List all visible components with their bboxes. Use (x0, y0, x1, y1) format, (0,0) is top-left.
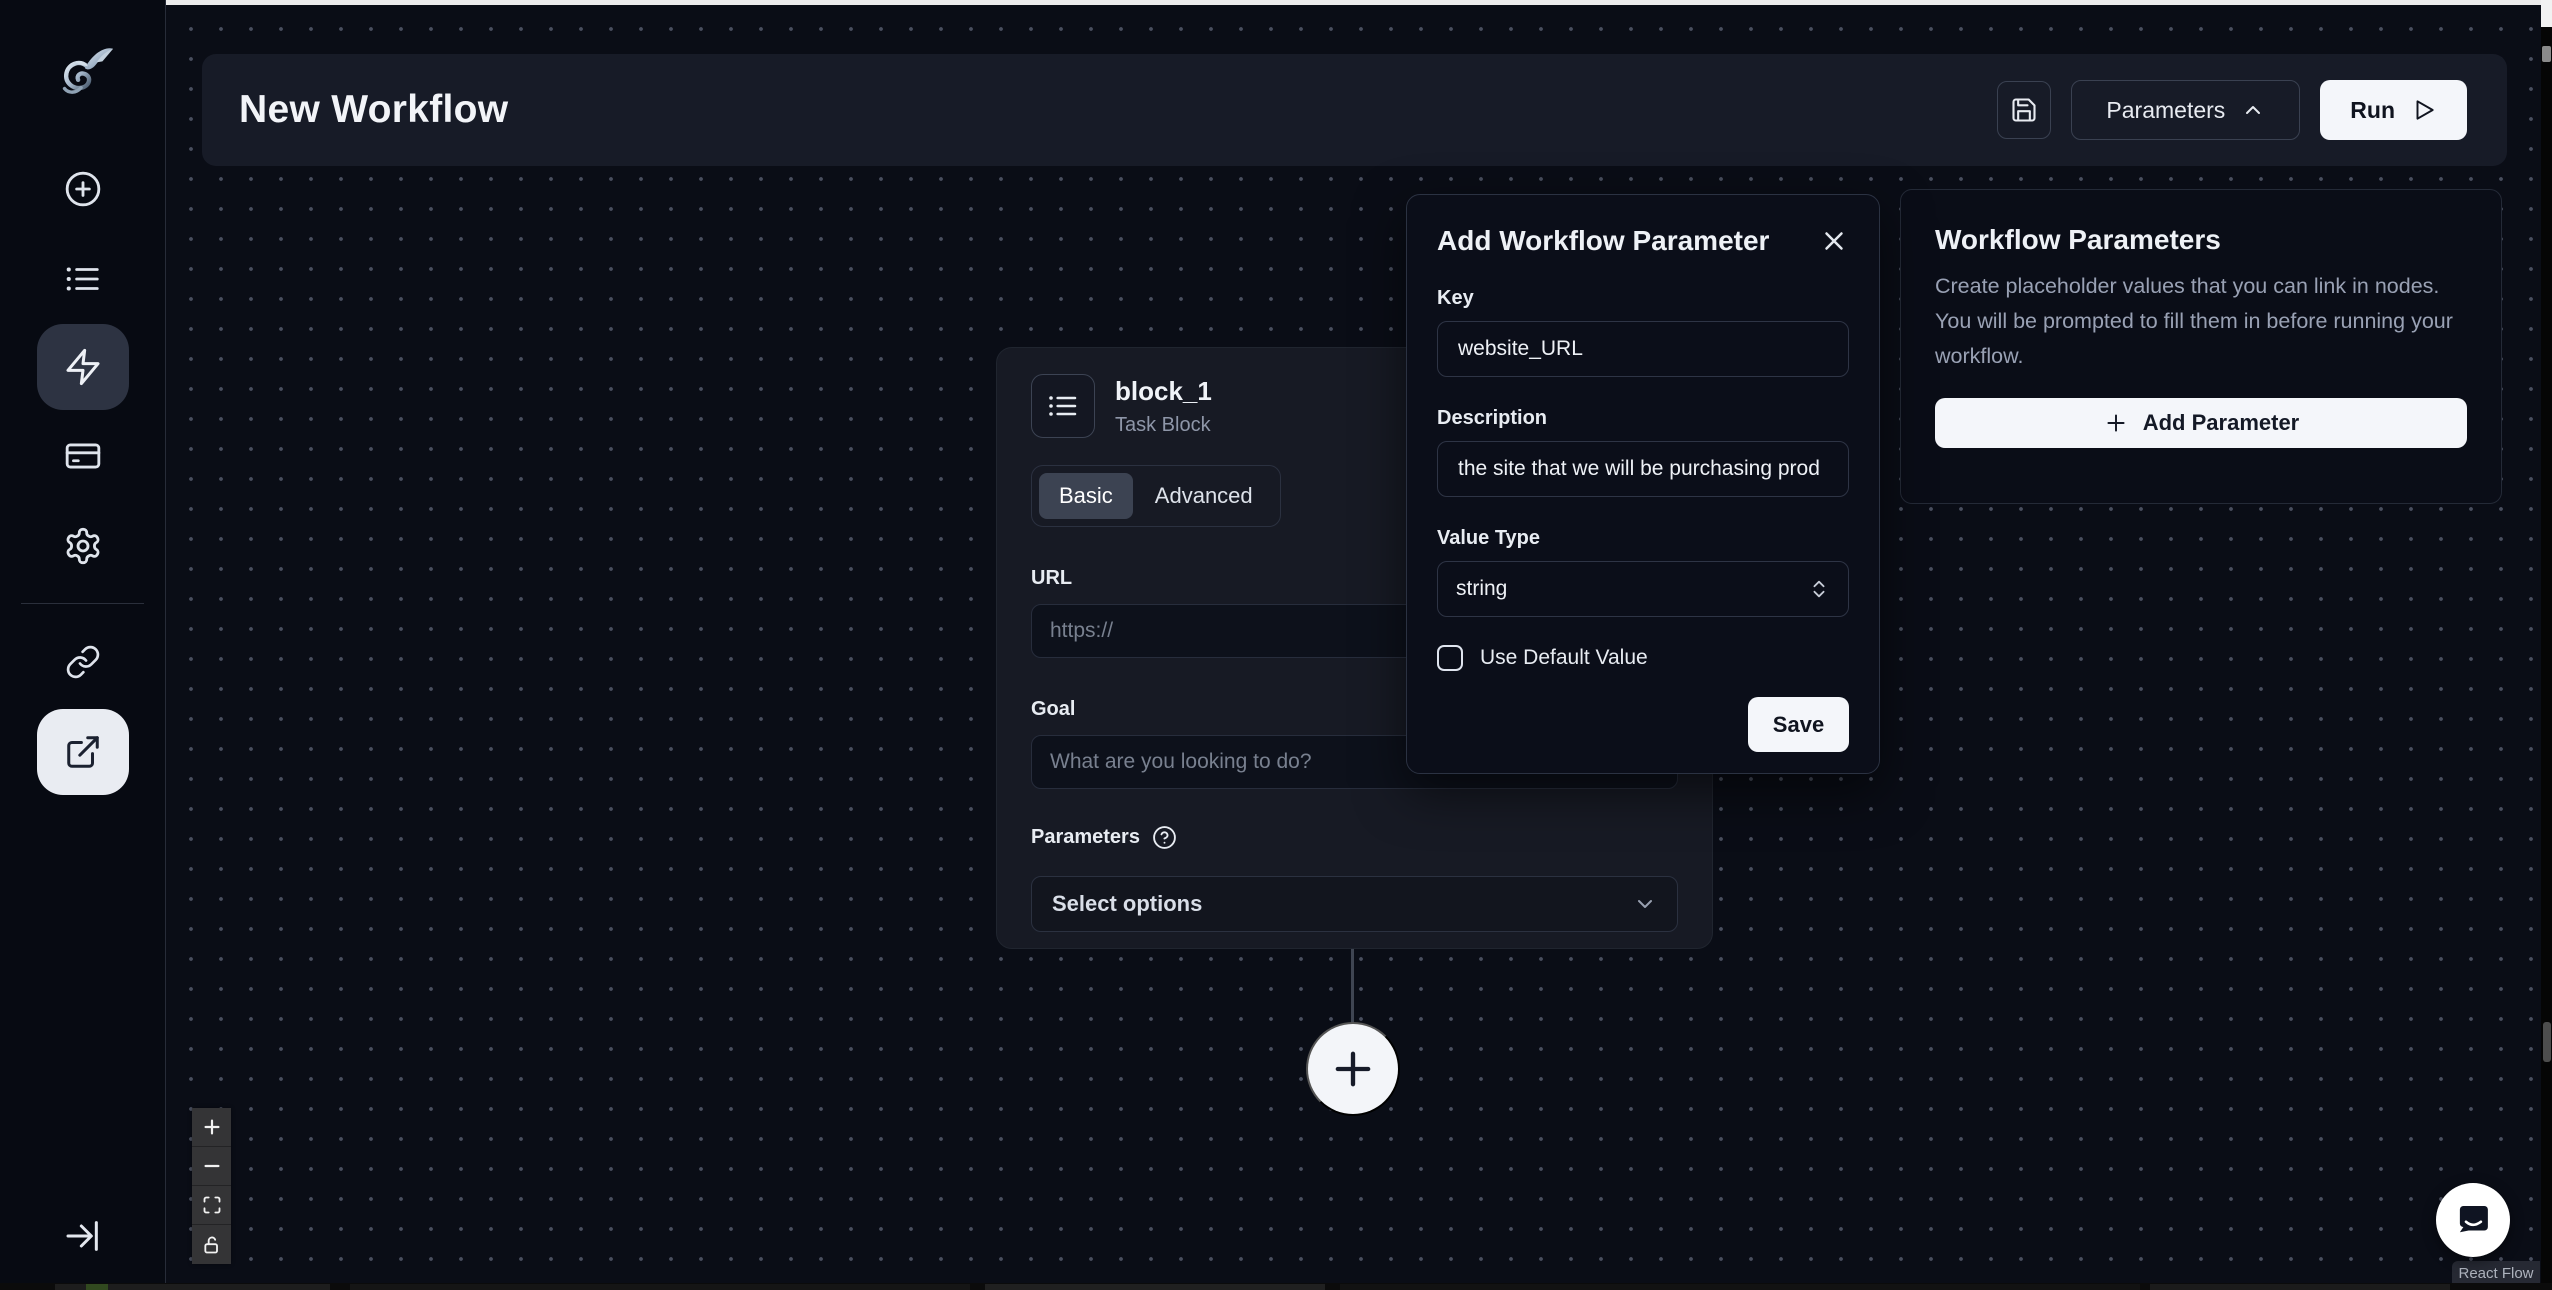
parameters-label: Parameters (1031, 826, 1140, 849)
workflow-parameters-description: Create placeholder values that you can l… (1935, 269, 2480, 374)
description-input[interactable] (1437, 441, 1849, 497)
use-default-value-label: Use Default Value (1480, 646, 1648, 670)
run-button[interactable]: Run (2320, 80, 2467, 140)
add-parameter-button[interactable]: Add Parameter (1935, 398, 2467, 448)
window-top-edge (166, 0, 2541, 5)
lock-icon (202, 1235, 222, 1255)
tab-advanced[interactable]: Advanced (1135, 473, 1273, 519)
modal-close-button[interactable] (1819, 226, 1849, 256)
help-circle-icon[interactable] (1152, 825, 1177, 850)
sidebar-item-workflows[interactable] (37, 324, 129, 410)
chevron-up-icon (2241, 98, 2265, 122)
workflow-parameters-panel: Workflow Parameters Create placeholder v… (1900, 189, 2502, 504)
external-link-icon (64, 733, 102, 771)
workflow-editor: New Workflow Parameters Run (0, 0, 2552, 1290)
sidebar-item-integrations[interactable] (61, 640, 105, 684)
key-label: Key (1437, 287, 1849, 310)
value-type-label: Value Type (1437, 527, 1849, 550)
chat-launcher-button[interactable] (2436, 1183, 2510, 1257)
zoom-out-button[interactable] (192, 1147, 231, 1186)
sidebar (0, 0, 166, 1290)
sidebar-item-create[interactable] (61, 167, 105, 211)
credit-card-icon (64, 437, 102, 475)
key-input[interactable] (1437, 321, 1849, 377)
value-type-select[interactable]: string (1437, 561, 1849, 617)
plus-icon (1327, 1043, 1379, 1095)
zoom-in-button[interactable] (192, 1108, 231, 1147)
list-icon (1047, 390, 1079, 422)
close-icon (1819, 226, 1849, 256)
description-label: Description (1437, 407, 1849, 430)
canvas-controls (192, 1108, 231, 1264)
run-button-label: Run (2350, 97, 2395, 124)
sidebar-divider (21, 603, 144, 604)
lock-button[interactable] (192, 1225, 231, 1264)
sidebar-item-billing[interactable] (61, 434, 105, 478)
lightning-icon (63, 347, 103, 387)
parameters-button-label: Parameters (2106, 97, 2225, 124)
chat-bubble-icon (2452, 1199, 2494, 1241)
link-icon (65, 644, 101, 680)
sidebar-item-settings[interactable] (61, 524, 105, 568)
parameters-toggle-button[interactable]: Parameters (2071, 80, 2300, 140)
header-actions: Parameters Run (1997, 80, 2467, 140)
list-icon (64, 260, 102, 298)
fit-view-button[interactable] (192, 1186, 231, 1225)
play-icon (2411, 97, 2437, 123)
modal-save-button[interactable]: Save (1748, 697, 1849, 752)
screen-right-edge (2541, 0, 2552, 1290)
minus-icon (201, 1155, 223, 1177)
parameters-select[interactable]: Select options (1031, 876, 1678, 932)
add-parameter-button-label: Add Parameter (2143, 410, 2300, 436)
use-default-value-checkbox[interactable] (1437, 645, 1463, 671)
plus-circle-icon (64, 170, 102, 208)
flow-edge (1351, 949, 1354, 1025)
modal-title: Add Workflow Parameter (1437, 225, 1769, 257)
node-tabs: Basic Advanced (1031, 465, 1281, 527)
page-title: New Workflow (239, 88, 508, 132)
chevrons-up-down-icon (1808, 578, 1830, 600)
fit-view-icon (202, 1195, 222, 1215)
tab-basic[interactable]: Basic (1039, 473, 1133, 519)
sidebar-item-tasks[interactable] (61, 257, 105, 301)
node-title: block_1 (1115, 376, 1212, 407)
add-node-button[interactable] (1306, 1022, 1400, 1116)
node-icon-box (1031, 374, 1095, 438)
skyvern-logo-icon (47, 40, 119, 110)
save-icon (2010, 96, 2038, 124)
parameters-select-value: Select options (1052, 891, 1202, 917)
plus-icon (201, 1116, 223, 1138)
chevron-down-icon (1633, 892, 1657, 916)
screen-bottom-edge (0, 1283, 2552, 1290)
arrow-right-to-line-icon (63, 1216, 103, 1256)
plus-icon (2103, 410, 2129, 436)
value-type-value: string (1456, 577, 1507, 601)
node-subtitle: Task Block (1115, 414, 1212, 437)
workflow-parameters-title: Workflow Parameters (1935, 224, 2467, 256)
sidebar-collapse-button[interactable] (59, 1212, 107, 1260)
add-parameter-modal: Add Workflow Parameter Key Description V… (1406, 194, 1880, 774)
workflow-header: New Workflow Parameters Run (202, 54, 2507, 166)
node-title-group: block_1 Task Block (1115, 376, 1212, 437)
sidebar-item-external-link[interactable] (37, 709, 129, 795)
gear-icon (63, 526, 103, 566)
save-button[interactable] (1997, 81, 2051, 139)
